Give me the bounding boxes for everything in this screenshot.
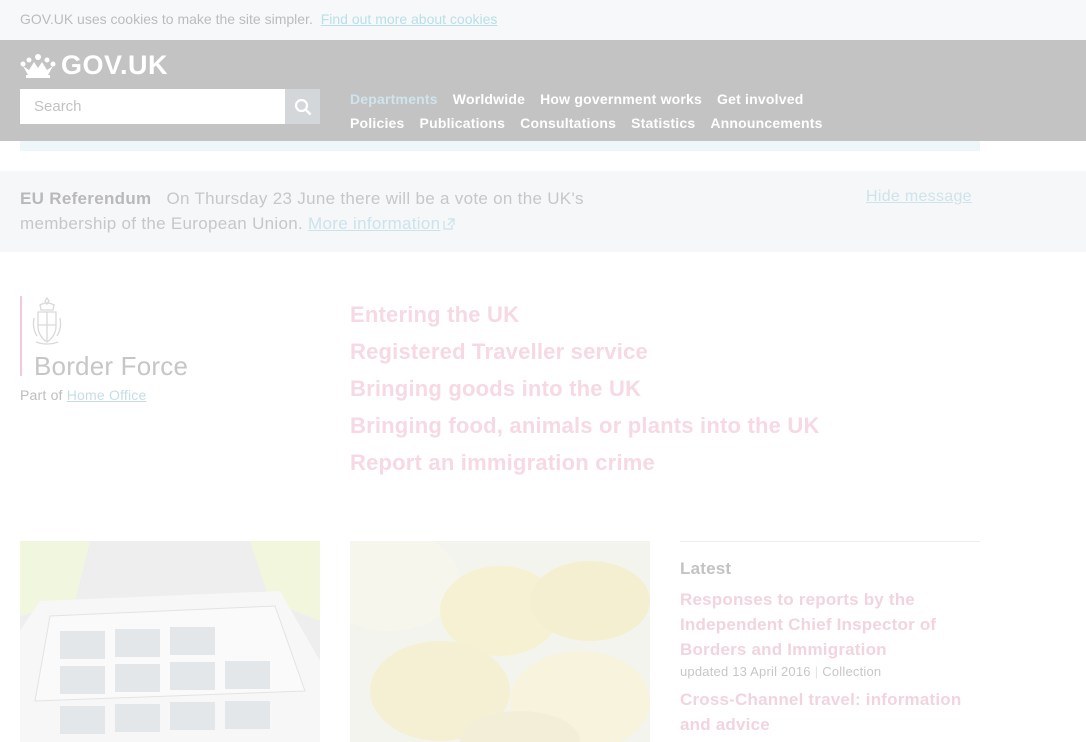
nav-item[interactable]: Departments [350, 91, 438, 107]
crown-icon [20, 53, 56, 78]
featured-link[interactable]: Entering the UK [350, 296, 820, 333]
eu-referendum-banner: EU Referendum On Thursday 23 June there … [0, 171, 1086, 252]
featured-links: Entering the UK Registered Traveller serv… [350, 296, 820, 481]
featured-link[interactable]: Bringing food, animals or plants into th… [350, 407, 820, 444]
home-office-link[interactable]: Home Office [67, 387, 147, 403]
nav-item[interactable]: Announcements [710, 115, 822, 131]
nav-item[interactable]: Statistics [631, 115, 695, 131]
cookie-message: GOV.UK uses cookies to make the site sim… [20, 11, 497, 27]
latest-item-link[interactable]: Responses to reports by the Independent … [680, 587, 980, 662]
header-strip [20, 141, 980, 151]
nav-item[interactable]: Publications [420, 115, 506, 131]
nav-item[interactable]: How government works [540, 91, 702, 107]
featured-link[interactable]: Registered Traveller service [350, 333, 820, 370]
drugs-photo [350, 541, 650, 742]
main-navigation: Departments Worldwide How government works… [350, 87, 910, 135]
seized-cigarettes-image[interactable] [20, 541, 320, 742]
cookie-text: GOV.UK uses cookies to make the site sim… [20, 11, 313, 27]
eu-title: EU Referendum [20, 189, 152, 208]
featured-link[interactable]: Report an immigration crime [350, 444, 820, 481]
latest-item-type: Collection [822, 664, 882, 679]
logo-text: GOV.UK [61, 50, 169, 80]
nav-item[interactable]: Consultations [520, 115, 616, 131]
latest-list: Responses to reports by the Independent … [680, 587, 980, 737]
latest-item-date: updated 13 April 2016 [680, 664, 811, 679]
royal-crest-icon [32, 296, 62, 345]
cookie-info-link[interactable]: Find out more about cookies [321, 11, 498, 27]
organisation-logo: Border Force [20, 296, 320, 381]
nav-item[interactable]: Policies [350, 115, 405, 131]
seized-drugs-image[interactable] [350, 541, 650, 742]
latest-item-meta: updated 13 April 2016 | Collection [680, 664, 980, 679]
latest-section: Latest Responses to reports by the Indep… [680, 541, 980, 737]
latest-heading: Latest [680, 559, 732, 578]
search-button[interactable] [285, 89, 320, 124]
cookie-banner: GOV.UK uses cookies to make the site sim… [0, 0, 1086, 40]
latest-item-link[interactable]: Cross-Channel travel: information and ad… [680, 687, 980, 737]
more-information-text: More information [308, 214, 441, 233]
site-header: GOV.UK Departments Worldwide How governmen… [0, 40, 1086, 141]
featured-link[interactable]: Bringing goods into the UK [350, 370, 820, 407]
cigarettes-photo [20, 541, 320, 742]
hide-message-link[interactable]: Hide message [866, 188, 972, 206]
govuk-logo[interactable]: GOV.UK [20, 52, 168, 79]
latest-item: Cross-Channel travel: information and ad… [680, 687, 980, 737]
parent-organisation: Part of Home Office [20, 387, 147, 403]
nav-row: Policies Publications Consultations Statist… [350, 111, 910, 135]
search-icon [294, 98, 311, 115]
meta-separator: | [814, 664, 819, 679]
search-input[interactable] [20, 89, 285, 124]
eu-message: EU Referendum On Thursday 23 June there … [20, 186, 640, 236]
nav-item[interactable]: Worldwide [453, 91, 525, 107]
nav-row: Departments Worldwide How government works… [350, 87, 910, 111]
part-of-label: Part of [20, 387, 63, 403]
more-information-link[interactable]: More information [308, 214, 456, 233]
external-link-icon [443, 218, 456, 230]
organisation-name: Border Force [34, 351, 189, 381]
latest-item: Responses to reports by the Independent … [680, 587, 980, 679]
nav-item[interactable]: Get involved [717, 91, 803, 107]
